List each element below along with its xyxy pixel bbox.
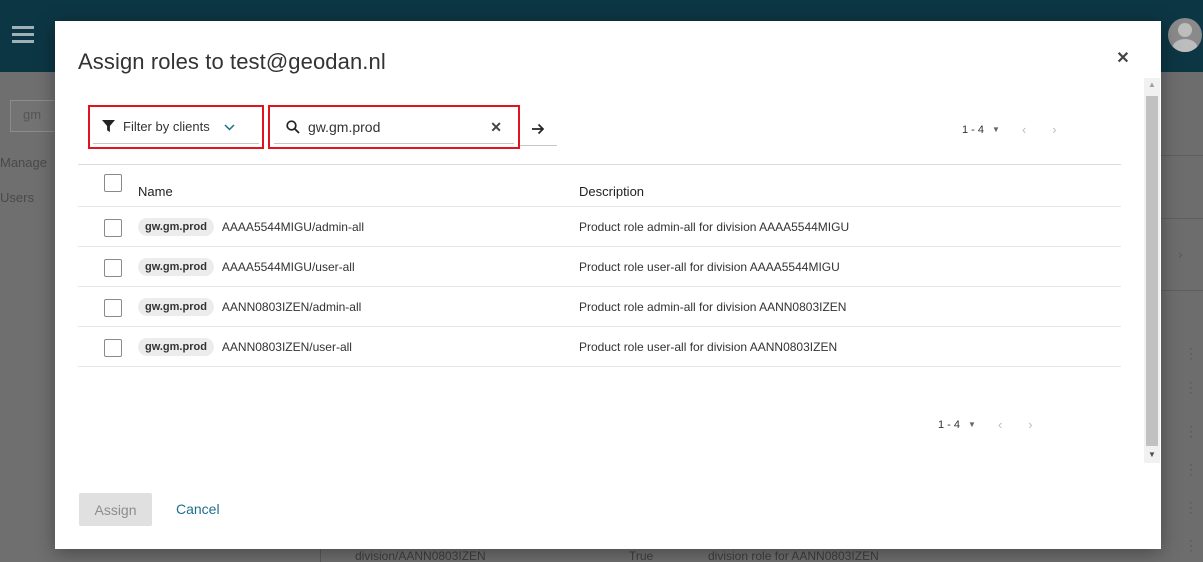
caret-down-icon[interactable]: ▼ [992, 125, 1000, 134]
caret-down-icon[interactable]: ▼ [968, 420, 976, 429]
assign-roles-dialog: Assign roles to test@geodan.nl ✕ ▲ ▼ Fil… [55, 21, 1161, 549]
pagination-range[interactable]: 1 - 4 [938, 419, 960, 431]
search-submit-button[interactable] [520, 112, 557, 146]
pagination-range[interactable]: 1 - 4 [962, 124, 984, 136]
hamburger-menu-icon[interactable] [12, 26, 34, 44]
kebab-menu-icon[interactable]: ⋮ [1184, 346, 1198, 360]
chevron-right-icon[interactable]: › [1178, 246, 1183, 262]
role-description: Product role user-all for division AAAA5… [579, 260, 840, 274]
clear-search-icon[interactable]: ✕ [490, 119, 502, 136]
app-left-panel [0, 72, 56, 562]
user-avatar[interactable] [1168, 18, 1202, 52]
kebab-menu-icon[interactable]: ⋮ [1184, 424, 1198, 438]
chevron-down-icon [224, 120, 235, 134]
scroll-down-arrow-icon[interactable]: ▼ [1144, 450, 1160, 460]
role-name-cell: gw.gm.prod AAAA5544MIGU/user-all [138, 258, 355, 276]
search-input[interactable] [308, 118, 478, 135]
role-name: AAAA5544MIGU/admin-all [221, 220, 364, 234]
role-name-cell: gw.gm.prod AAAA5544MIGU/admin-all [138, 218, 364, 236]
background-row-name: division/AANN0803IZEN [355, 549, 486, 562]
arrow-right-icon [532, 123, 545, 134]
table-row[interactable]: gw.gm.prod AAAA5544MIGU/admin-all Produc… [78, 207, 1121, 247]
table-row[interactable]: gw.gm.prod AANN0803IZEN/user-all Product… [78, 327, 1121, 367]
table-row[interactable]: gw.gm.prod AAAA5544MIGU/user-all Product… [78, 247, 1121, 287]
column-header-description[interactable]: Description [579, 184, 644, 199]
client-chip: gw.gm.prod [138, 218, 214, 236]
search-field: ✕ [274, 110, 514, 144]
assign-button[interactable]: Assign [79, 493, 152, 526]
kebab-menu-icon[interactable]: ⋮ [1184, 462, 1198, 476]
role-description: Product role user-all for division AANN0… [579, 340, 838, 354]
dialog-title: Assign roles to test@geodan.nl [78, 49, 386, 74]
row-checkbox[interactable] [104, 339, 122, 357]
kebab-menu-icon[interactable]: ⋮ [1184, 380, 1198, 394]
role-name-cell: gw.gm.prod AANN0803IZEN/user-all [138, 338, 352, 356]
cancel-button[interactable]: Cancel [176, 501, 220, 517]
filter-label: Filter by clients [123, 119, 210, 134]
column-header-name[interactable]: Name [138, 184, 173, 199]
search-icon [286, 119, 300, 134]
filter-highlight: Filter by clients [88, 105, 264, 149]
role-description: Product role admin-all for division AAAA… [579, 220, 850, 234]
divider [1160, 218, 1203, 219]
filter-by-clients-dropdown[interactable]: Filter by clients [93, 110, 259, 144]
client-chip: gw.gm.prod [138, 338, 214, 356]
background-row-description: division role for AANN0803IZEN [708, 549, 879, 562]
row-checkbox[interactable] [104, 219, 122, 237]
next-page-icon[interactable]: › [1052, 122, 1056, 137]
select-all-checkbox[interactable] [104, 174, 122, 192]
role-name: AANN0803IZEN/user-all [221, 340, 352, 354]
role-description: Product role admin-all for division AANN… [579, 300, 847, 314]
row-checkbox[interactable] [104, 299, 122, 317]
table-row[interactable]: gw.gm.prod AANN0803IZEN/admin-all Produc… [78, 287, 1121, 327]
background-row-flag: True [629, 549, 654, 562]
role-name: AANN0803IZEN/admin-all [221, 300, 362, 314]
next-page-icon[interactable]: › [1028, 417, 1032, 432]
row-checkbox[interactable] [104, 259, 122, 277]
dialog-scrollbar[interactable]: ▲ ▼ [1144, 78, 1160, 463]
close-icon[interactable]: ✕ [1115, 51, 1131, 67]
client-chip: gw.gm.prod [138, 258, 214, 276]
background-nav-users[interactable]: Users [0, 190, 34, 205]
client-chip: gw.gm.prod [138, 298, 214, 316]
pagination-top: 1 - 4 ▼ ‹ › [962, 122, 1083, 137]
scroll-up-arrow-icon[interactable]: ▲ [1144, 80, 1160, 90]
kebab-menu-icon[interactable]: ⋮ [1184, 538, 1198, 552]
kebab-menu-icon[interactable]: ⋮ [1184, 500, 1198, 514]
background-nav-manage[interactable]: Manage [0, 155, 47, 170]
app-right-panel [1160, 72, 1203, 562]
previous-page-icon[interactable]: ‹ [1022, 122, 1026, 137]
pagination-bottom: 1 - 4 ▼ ‹ › [938, 417, 1059, 432]
previous-page-icon[interactable]: ‹ [998, 417, 1002, 432]
search-highlight: ✕ [268, 105, 520, 149]
role-name-cell: gw.gm.prod AANN0803IZEN/admin-all [138, 298, 361, 316]
divider [1160, 155, 1203, 156]
scroll-thumb[interactable] [1146, 96, 1158, 446]
roles-table: Name Description gw.gm.prod AAAA5544MIGU… [78, 164, 1121, 367]
filter-funnel-icon [102, 120, 115, 133]
divider [1160, 290, 1203, 291]
role-name: AAAA5544MIGU/user-all [221, 260, 355, 274]
table-header: Name Description [78, 164, 1121, 207]
